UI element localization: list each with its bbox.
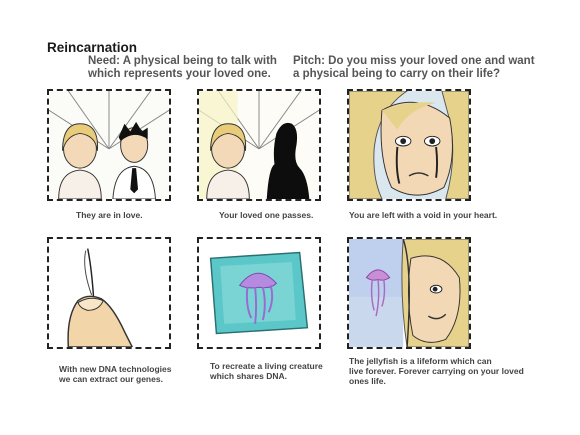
panel-dna xyxy=(47,237,171,349)
need-statement: Need: A physical being to talk with whic… xyxy=(88,55,277,80)
panel-passing xyxy=(197,89,321,201)
panel-caption: With new DNA technologies we can extract… xyxy=(59,364,172,384)
panel-couple xyxy=(47,89,171,201)
panel-caption: You are left with a void in your heart. xyxy=(349,210,498,220)
panel-grief xyxy=(347,89,471,201)
hand-dna-illustration xyxy=(49,239,169,347)
couple-illustration xyxy=(49,91,169,199)
panel-recreate xyxy=(197,237,321,349)
crying-face-illustration xyxy=(349,91,469,199)
panel-caption: The jellyfish is a lifeform which can li… xyxy=(349,356,524,386)
panel-caption: To recreate a living creature which shar… xyxy=(210,361,323,381)
woman-jellyfish-illustration xyxy=(349,239,469,347)
panel-caption: Your loved one passes. xyxy=(219,210,314,220)
panel-caption: They are in love. xyxy=(76,210,143,220)
pitch-statement: Pitch: Do you miss your loved one and wa… xyxy=(293,55,535,80)
storyboard-title: Reincarnation xyxy=(47,40,138,55)
panel-forever xyxy=(347,237,471,349)
passing-illustration xyxy=(199,91,319,199)
jellyfish-tank-illustration xyxy=(199,239,319,347)
